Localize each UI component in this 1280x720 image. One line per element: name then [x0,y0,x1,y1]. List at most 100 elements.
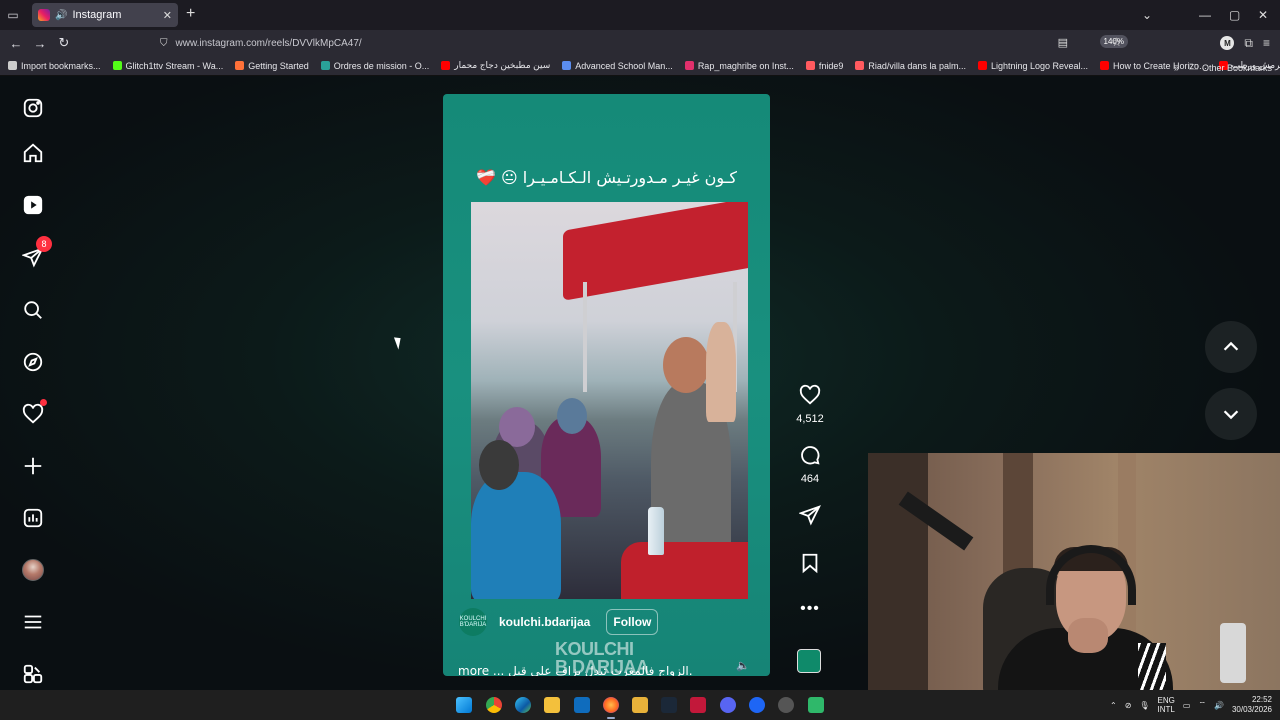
more-options-icon[interactable]: ••• [794,600,826,618]
speaker-icon[interactable]: 🔊 [55,10,67,21]
profile-avatar[interactable] [20,557,46,583]
system-clock[interactable]: 22:52 30/03/2026 [1232,695,1272,715]
network-icon[interactable]: ⌔ [1198,700,1206,710]
bookmark-item[interactable]: سين مطبخين دجاج محمار [441,60,550,71]
bookmark-item[interactable]: Lightning Logo Reveal... [977,61,1088,71]
reel-description[interactable]: more ... الزواج فالمغرب تبدل بزاف على قب… [458,664,693,676]
system-tray: ⌃ ⊘ 🎙 ENG INTL ▭ ⌔ 🔊 22:52 30/03/2026 [1110,690,1272,720]
share-button[interactable] [794,504,826,531]
bookmark-item[interactable]: Riad/villa dans la palm... [855,61,966,71]
input-language[interactable]: ENG INTL [1158,696,1175,714]
home-icon[interactable] [20,140,46,166]
bookmark-label: سين مطبخين دجاج محمار [454,60,551,70]
new-tab-button[interactable]: + [186,6,195,22]
bookmark-item[interactable]: Ordres de mission - O... [320,61,429,71]
bookmark-label: Glitch1ttv Stream - Wa... [125,60,224,71]
save-button[interactable] [794,552,826,579]
instagram-logo-icon[interactable] [20,95,46,121]
clock-date: 30/03/2026 [1231,705,1272,714]
firefox-icon[interactable] [603,697,619,713]
account-avatar[interactable]: M [1220,36,1235,50]
bookmark-favicon-icon [562,61,572,70]
create-plus-icon[interactable] [20,453,46,479]
notification-dot [40,399,47,406]
app-blue-icon[interactable] [749,697,765,713]
bookmark-favicon-icon [805,61,815,70]
tab-strip: ▭ 🔊 Instagram ✕ + ⌄ — ▢ ✕ [0,0,1280,30]
dashboard-icon[interactable] [20,505,46,531]
bookmark-item[interactable]: Import bookmarks... [8,61,101,71]
adobe-icon[interactable] [690,697,706,713]
bookmark-item[interactable]: Getting Started [235,61,309,71]
chevron-up-icon [1223,341,1239,351]
bookmark-item[interactable]: fnide9 [805,60,844,71]
notifications-heart-icon[interactable] [20,399,47,427]
tray-overflow-icon[interactable]: ⌃ [1110,701,1117,710]
lang-layout: INTL [1157,705,1175,714]
extensions-icon[interactable]: ⧉ [1244,36,1253,51]
app-green-icon[interactable] [808,697,824,713]
close-window-button[interactable]: ✕ [1258,0,1268,30]
address-bar[interactable]: ⛉ www.instagram.com/reels/DVVlkMpCA47/ [152,33,1128,53]
search-icon[interactable] [20,297,46,323]
app-yellow-icon[interactable] [632,697,648,713]
explore-icon[interactable] [20,349,46,375]
microphone-icon[interactable]: 🎙 [1139,701,1149,710]
camera-off-icon[interactable]: ⊘ [1125,701,1132,710]
bookmarks-toolbar: Import bookmarks... Glitch1ttv Stream - W… [0,56,1280,76]
reel-video-frame[interactable] [471,202,748,599]
bookmark-label: Rap_maghribe on Inst... [697,60,794,71]
author-username[interactable]: koulchi.bdarijaa [499,615,590,629]
bookmark-label: Riad/villa dans la palm... [868,60,966,71]
messages-badge: 8 [36,236,52,252]
bookmark-label: fnide9 [818,60,844,71]
obs-icon[interactable] [778,697,794,713]
close-tab-icon[interactable]: ✕ [163,9,172,22]
author-avatar[interactable]: KOULCHI B'DARIJA [459,608,487,636]
tab-instagram[interactable]: 🔊 Instagram ✕ [32,3,178,27]
discord-icon[interactable] [720,697,736,713]
reels-icon[interactable] [20,192,46,218]
sidebar: 8 [0,76,66,690]
outlook-icon[interactable] [574,697,590,713]
original-audio-thumbnail[interactable] [797,649,821,673]
comment-button[interactable]: 464 [794,444,826,485]
other-bookmarks-folder[interactable]: » 🗀 Other Bookmarks [1174,60,1272,75]
edge-icon[interactable] [515,697,531,713]
like-button[interactable]: 4,512 [794,384,826,425]
app-menu-icon[interactable]: ≡ [1263,36,1270,50]
follow-button[interactable]: Follow [606,609,659,635]
bookmark-star-icon[interactable]: ☆ [1111,35,1122,49]
minimize-button[interactable]: — [1199,0,1211,30]
bookmark-item[interactable]: Glitch1ttv Stream - Wa... [112,60,224,71]
clock-time: 22:52 [1251,695,1272,704]
back-button[interactable]: ← [4,36,28,51]
reload-button[interactable]: ↻ [52,35,76,51]
reader-view-icon[interactable]: ▤ [1058,36,1068,49]
webcam-overlay [868,453,1280,696]
start-menu-icon[interactable] [456,697,472,713]
comment-icon [801,446,820,465]
forward-button[interactable]: → [28,36,52,51]
tab-list-chevron-icon[interactable]: ⌄ [1142,0,1152,30]
bookmark-item[interactable]: Rap_maghribe on Inst... [684,60,794,71]
lang-code: ENG [1157,696,1175,705]
tab-overview-icon[interactable]: ▭ [0,0,26,30]
messages-icon[interactable]: 8 [20,236,52,270]
maximize-button[interactable]: ▢ [1229,0,1240,30]
next-reel-button[interactable] [1205,388,1257,440]
also-from-meta-icon[interactable] [20,661,46,687]
reel-video-player[interactable]: كـون غيـر مـدورتـيش الـكـامـيـرا 😐 ❤️‍🩹 … [443,94,770,676]
chevron-right-icon[interactable]: » [1174,63,1179,73]
site-info-icon[interactable]: ⛉ [160,38,168,49]
audio-toggle-icon[interactable]: 🔈 [736,659,750,672]
chrome-icon[interactable] [486,697,502,713]
tab-title: Instagram [72,9,122,21]
file-explorer-icon[interactable] [544,697,560,713]
more-menu-icon[interactable] [20,609,46,635]
previous-reel-button[interactable] [1205,321,1257,373]
bookmark-item[interactable]: Advanced School Man... [562,61,673,71]
steam-icon[interactable] [661,697,677,713]
display-icon[interactable]: ▭ [1183,701,1191,710]
volume-icon[interactable]: 🔊 [1214,701,1224,710]
